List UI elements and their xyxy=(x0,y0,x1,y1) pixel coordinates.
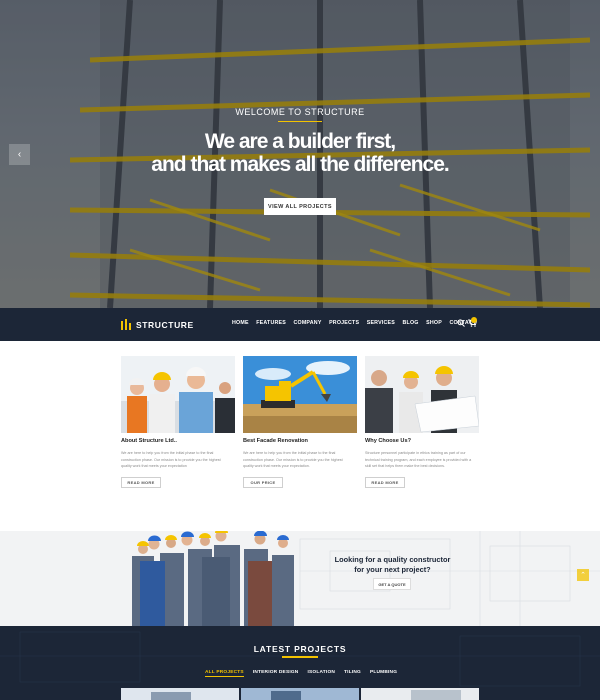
read-more-button[interactable]: READ MORE xyxy=(365,476,405,488)
nav-item-shop[interactable]: SHOP xyxy=(426,320,442,326)
slider-prev-arrow-icon[interactable]: ‹ xyxy=(9,144,30,165)
filter-interior-design[interactable]: INTERIOR DESIGN xyxy=(253,670,299,677)
project-filters: ALL PROJECTS INTERIOR DESIGN ISOLATION T… xyxy=(205,670,397,677)
get-a-quote-button[interactable]: GET A QUOTE xyxy=(373,578,411,590)
feature-text: Structure personnel participate in ethic… xyxy=(365,451,472,468)
blueprint-background xyxy=(132,531,600,626)
workers-photo xyxy=(121,356,235,433)
construction-team-image xyxy=(132,531,294,626)
nav-item-blog[interactable]: BLOG xyxy=(403,320,419,326)
site-logo[interactable]: STRUCTURE xyxy=(121,319,194,330)
filter-tiling[interactable]: TILING xyxy=(344,670,361,677)
feature-text: We are here to help you from the initial… xyxy=(121,451,221,468)
cta-title-line2: for your next project? xyxy=(354,564,431,574)
nav-menu: HOME FEATURES COMPANY PROJECTS SERVICES … xyxy=(232,320,476,326)
our-price-button[interactable]: OUR PRICE xyxy=(243,476,283,488)
hero-kicker-underline xyxy=(278,121,322,122)
feature-why-us: Why Choose Us? Structure personnel parti… xyxy=(365,356,479,488)
feature-title: About Structure Ltd.. xyxy=(121,438,177,444)
feature-title: Best Facade Renovation xyxy=(243,438,308,444)
latest-projects-underline xyxy=(282,656,318,658)
cta-title-line1: Looking for a quality constructor xyxy=(334,555,451,564)
project-thumbnails[interactable] xyxy=(121,688,479,700)
nav-item-features[interactable]: FEATURES xyxy=(256,320,286,326)
feature-image-engineers xyxy=(365,356,479,433)
feature-title: Why Choose Us? xyxy=(365,438,411,444)
feature-image-excavator xyxy=(243,356,357,433)
search-icon[interactable] xyxy=(457,319,465,327)
feature-facade: Best Facade Renovation We are here to he… xyxy=(243,356,357,488)
latest-projects-title: LATEST PROJECTS xyxy=(253,644,347,654)
hero-title-line2: and that makes all the difference. xyxy=(151,153,449,176)
nav-item-home[interactable]: HOME xyxy=(232,320,249,326)
hero-kicker: WELCOME TO STRUCTURE xyxy=(235,107,365,117)
read-more-button[interactable]: READ MORE xyxy=(121,476,161,488)
logo-text: STRUCTURE xyxy=(136,319,194,330)
nav-item-company[interactable]: COMPANY xyxy=(293,320,321,326)
nav-item-services[interactable]: SERVICES xyxy=(367,320,395,326)
main-navbar: STRUCTURE HOME FEATURES COMPANY PROJECTS… xyxy=(0,308,600,341)
engineers-photo xyxy=(365,356,479,433)
filter-isolation[interactable]: ISOLATION xyxy=(307,670,335,677)
cta-title: Looking for a quality constructor for yo… xyxy=(320,555,465,574)
logo-mark-icon xyxy=(121,319,131,330)
filter-plumbing[interactable]: PLUMBING xyxy=(370,670,397,677)
quote-cta-section xyxy=(0,531,600,626)
feature-text: We are here to help you from the initial… xyxy=(243,451,343,468)
hero-title-line1: We are a builder first, xyxy=(204,130,396,153)
cart-count-badge xyxy=(471,317,477,323)
nav-item-projects[interactable]: PROJECTS xyxy=(329,320,359,326)
excavator-photo xyxy=(243,356,357,433)
filter-all-projects[interactable]: ALL PROJECTS xyxy=(205,670,244,677)
view-all-projects-button[interactable]: VIEW ALL PROJECTS xyxy=(264,198,336,215)
hero-title: We are a builder first, and that makes a… xyxy=(0,130,600,176)
feature-image-workers xyxy=(121,356,235,433)
feature-about: About Structure Ltd.. We are here to hel… xyxy=(121,356,235,488)
scroll-up-icon[interactable]: ⌃ xyxy=(577,569,589,581)
